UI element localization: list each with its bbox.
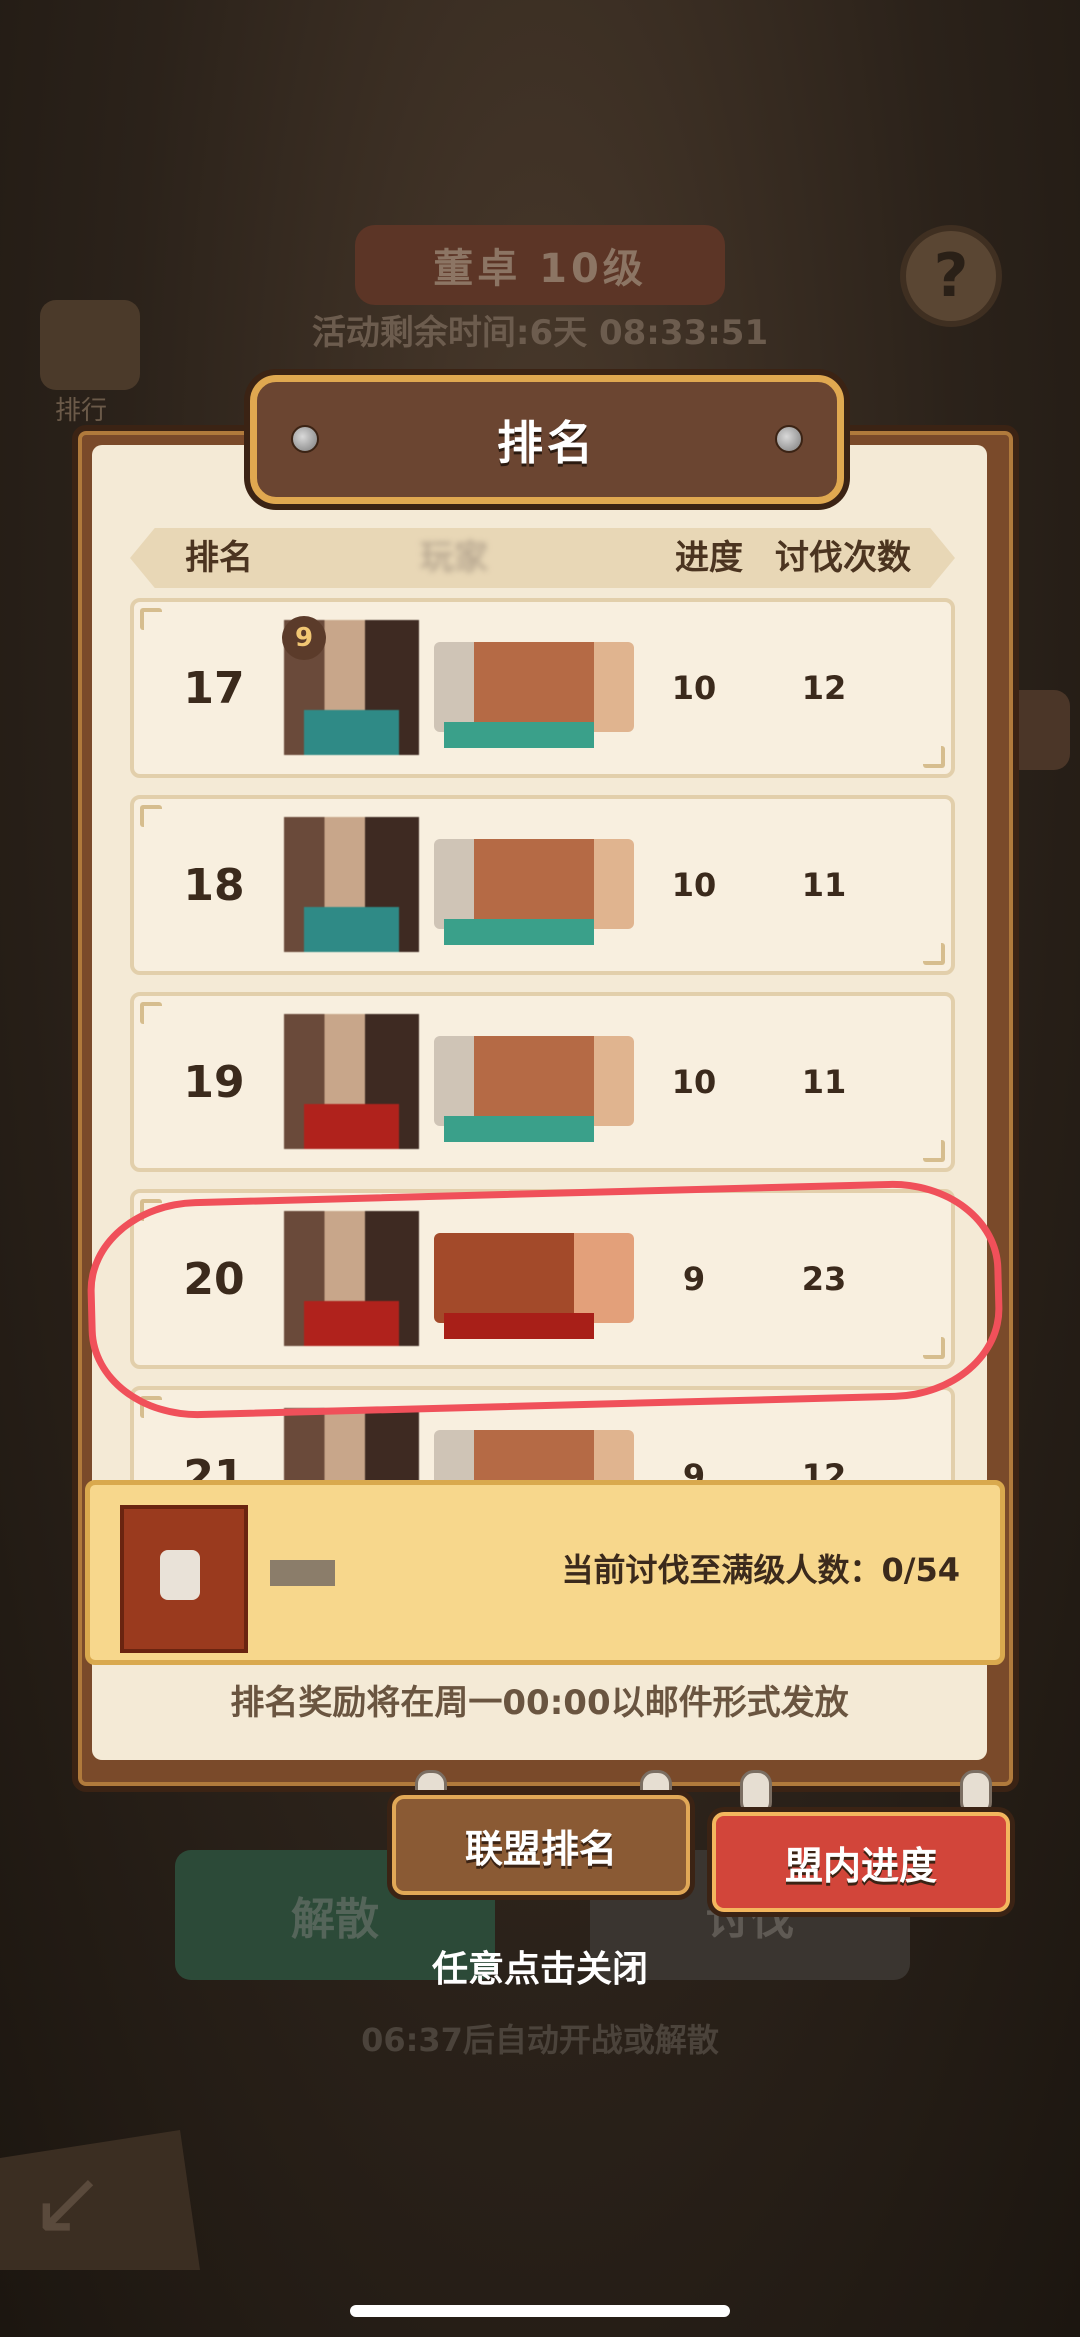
row-rank: 18 <box>183 859 245 911</box>
row-progress: 9 <box>682 1260 706 1298</box>
reward-note: 排名奖励将在周一00:00以邮件形式发放 <box>230 1683 849 1723</box>
help-icon: ? <box>900 225 1002 327</box>
row-rank: 17 <box>183 662 245 714</box>
row-progress: 10 <box>671 866 717 904</box>
row-progress: 10 <box>671 1063 717 1101</box>
row-count: 11 <box>801 1063 847 1101</box>
bolt-icon <box>775 425 803 453</box>
ranking-row[interactable]: 18 10 11 <box>130 795 955 975</box>
column-header-count: 讨伐次数 <box>775 538 911 578</box>
max-level-count: 当前讨伐至满级人数：0/54 <box>561 1551 961 1589</box>
ranking-row-highlighted[interactable]: 20 9 23 <box>130 1189 955 1369</box>
player-name-blurred <box>434 1036 634 1142</box>
alliance-name-blurred <box>270 1560 335 1586</box>
row-rank: 19 <box>183 1056 245 1108</box>
rank-shortcut-icon <box>40 300 140 390</box>
column-header-progress: 进度 <box>675 538 743 578</box>
player-name-blurred <box>434 642 634 748</box>
bolt-icon <box>291 425 319 453</box>
ranking-title-plate: 排名 <box>250 375 844 504</box>
row-rank: 20 <box>183 1253 245 1305</box>
row-count: 12 <box>801 669 847 707</box>
row-count: 11 <box>801 866 847 904</box>
home-indicator[interactable] <box>350 2305 730 2317</box>
tap-to-close-hint[interactable]: 任意点击关闭 <box>0 1940 1080 1992</box>
tab-hook-icon <box>960 1770 992 1816</box>
row-count: 23 <box>801 1260 847 1298</box>
rank-shortcut-label: 排行 <box>55 396 108 426</box>
ranking-row[interactable]: 19 10 11 <box>130 992 955 1172</box>
modal-title: 排名 <box>497 415 597 470</box>
column-header-rank: 排名 <box>185 538 253 578</box>
tab-hook-icon <box>740 1770 772 1816</box>
player-avatar <box>284 1014 419 1149</box>
back-arrow-icon: ↙ <box>30 2150 106 2255</box>
alliance-flag-emblem <box>160 1550 200 1600</box>
event-timer: 活动剩余时间:6天 08:33:51 <box>311 313 769 353</box>
column-header-player: 玩家 <box>420 538 488 578</box>
ranking-row[interactable]: 17 9 10 12 <box>130 598 955 778</box>
boss-title-banner: 董卓 10级 <box>355 225 725 305</box>
player-avatar <box>284 817 419 952</box>
avatar-level-badge: 9 <box>282 616 326 660</box>
tab-in-alliance-progress[interactable]: 盟内进度 <box>712 1812 1010 1912</box>
player-name-blurred <box>434 839 634 945</box>
row-progress: 10 <box>671 669 717 707</box>
player-name-blurred <box>434 1233 634 1339</box>
tab-alliance-ranking[interactable]: 联盟排名 <box>392 1795 690 1895</box>
player-avatar <box>284 1211 419 1346</box>
auto-start-countdown: 06:37后自动开战或解散 <box>361 2021 719 2059</box>
